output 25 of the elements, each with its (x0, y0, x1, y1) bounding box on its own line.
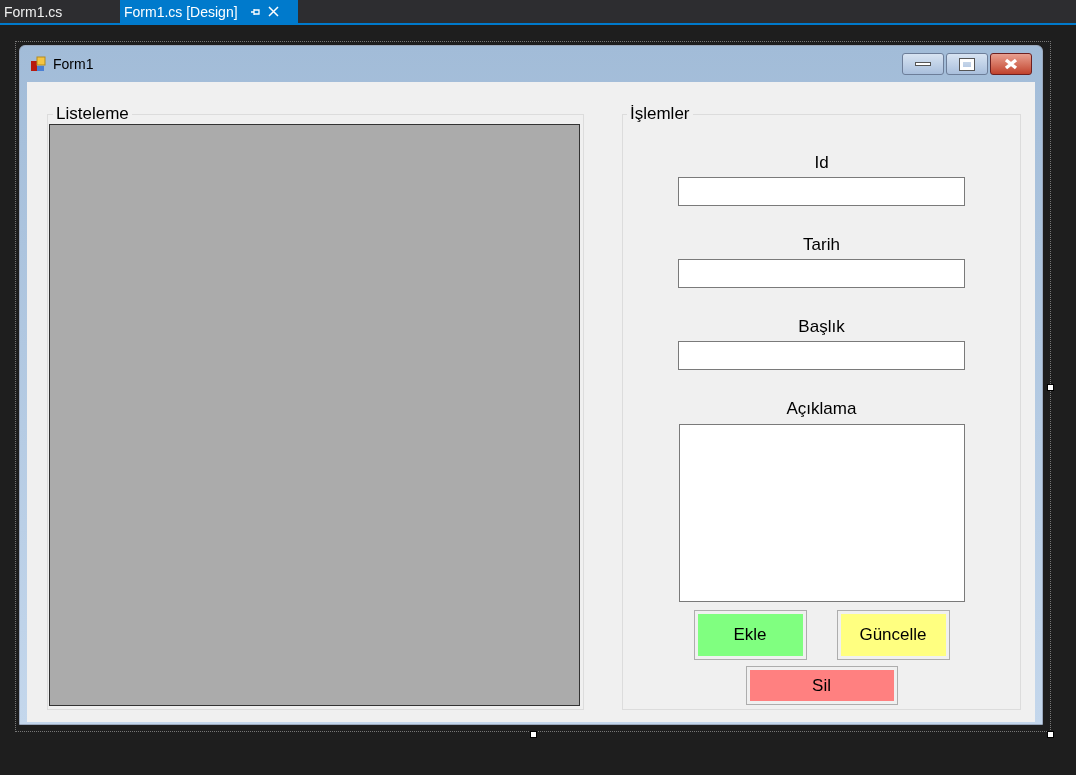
field-label: Açıklama (786, 398, 857, 420)
action-button[interactable]: Ekle (693, 610, 807, 660)
close-icon[interactable] (267, 6, 279, 17)
resize-handle[interactable] (1047, 731, 1054, 738)
input-field[interactable] (678, 259, 965, 288)
input-field[interactable] (678, 177, 965, 206)
group-title: İşlemler (629, 104, 691, 124)
field-label: Tarih (803, 234, 840, 256)
resize-handle[interactable] (1047, 384, 1054, 391)
action-button[interactable]: Sil (745, 666, 898, 705)
close-button[interactable] (990, 53, 1032, 75)
field-label: Başlık (798, 316, 845, 338)
document-tab[interactable]: Form1.cs (0, 0, 120, 23)
resize-handle[interactable] (530, 731, 537, 738)
form-icon (30, 55, 47, 73)
close-icon (1003, 58, 1019, 70)
input-field[interactable] (678, 341, 965, 370)
group-title: Listeleme (55, 104, 130, 124)
action-button[interactable]: Güncelle (836, 610, 950, 660)
pin-icon[interactable] (249, 6, 260, 17)
window-title: Form1 (53, 54, 94, 74)
maximize-button[interactable] (946, 53, 988, 75)
minimize-button[interactable] (902, 53, 944, 75)
field-label: Id (814, 152, 829, 174)
document-tab[interactable]: Form1.cs [Design] (120, 0, 298, 23)
